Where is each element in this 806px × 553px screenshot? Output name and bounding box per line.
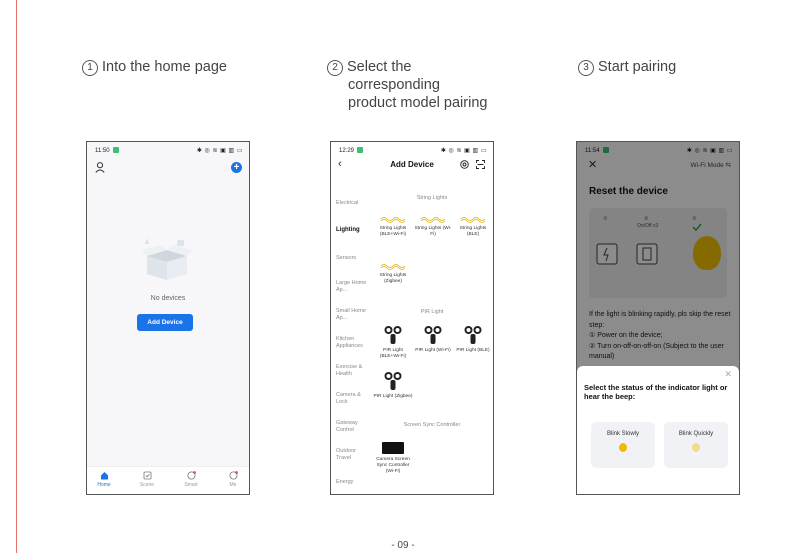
category-energy[interactable]: Energy bbox=[336, 479, 372, 486]
auto-scan-icon[interactable] bbox=[460, 160, 469, 169]
bulb-icon bbox=[619, 443, 627, 452]
add-plus-icon[interactable]: + bbox=[231, 162, 242, 173]
pir-light-icon bbox=[464, 326, 482, 344]
string-lights-icon bbox=[380, 217, 406, 223]
step-3-caption: 3 Start pairing bbox=[578, 58, 676, 76]
step-3-number: 3 bbox=[578, 60, 594, 76]
pir-light-icon bbox=[384, 372, 402, 390]
product-label: PIR Light (Wi-Fi) bbox=[415, 348, 451, 353]
page-number: - 09 - bbox=[391, 540, 415, 551]
pir-light-icon bbox=[424, 326, 442, 344]
tab-smart-label: Smart bbox=[184, 482, 198, 488]
product-label: PIR Light (BLE) bbox=[456, 348, 490, 353]
product-pir-light-wifi[interactable]: PIR Light (Wi-Fi) bbox=[413, 325, 453, 354]
empty-box-illustration bbox=[141, 238, 193, 280]
user-icon[interactable] bbox=[95, 162, 105, 173]
product-pir-light-zigbee[interactable]: PIR Light (Zigbee) bbox=[373, 371, 413, 400]
scene-icon bbox=[143, 471, 151, 480]
product-pir-light-ble-wifi[interactable]: PIR Light (BLE+Wi-Fi) bbox=[373, 325, 413, 360]
status-time: 12:29 bbox=[339, 148, 355, 154]
phone-pairing-screen: 11:54 ✱ ◎ ≋ ▣ ▥ ▭ ✕ Wi-Fi Mode ⇆ Reset t… bbox=[576, 141, 740, 495]
product-camera-screen-sync-controller[interactable]: Camera Screen Sync Controller (Wi-Fi) bbox=[373, 442, 413, 475]
product-string-lights-ble[interactable]: String Lights (BLE) bbox=[453, 215, 493, 238]
product-label: String Lights (Wi-Fi) bbox=[414, 226, 452, 237]
step-2-text-line2: corresponding bbox=[348, 77, 440, 93]
step-1-number: 1 bbox=[82, 60, 98, 76]
app-notification-icon bbox=[357, 147, 364, 153]
step-1-text: Into the home page bbox=[102, 59, 227, 75]
step-2-text-line3: product model pairing bbox=[348, 95, 488, 111]
section-screen-sync-controller: Screen Sync Controller bbox=[403, 422, 461, 428]
product-label: Camera Screen Sync Controller (Wi-Fi) bbox=[376, 457, 410, 474]
category-electrical[interactable]: Electrical bbox=[336, 200, 372, 207]
category-lighting[interactable]: Lighting bbox=[336, 227, 372, 234]
product-label: PIR Light (BLE+Wi-Fi) bbox=[379, 348, 407, 359]
blink-slowly-label: Blink Slowly bbox=[606, 431, 639, 437]
step-2-text-line1: Select the bbox=[347, 59, 412, 75]
product-pir-light-ble[interactable]: PIR Light (BLE) bbox=[453, 325, 493, 354]
step-2-caption: 2 Select the corresponding product model … bbox=[327, 58, 487, 112]
product-label: PIR Light (Zigbee) bbox=[373, 394, 413, 399]
sheet-close-icon[interactable]: ✕ bbox=[724, 369, 732, 380]
category-small-home-appliances[interactable]: Small Home Ap... bbox=[336, 308, 372, 322]
step-2-number: 2 bbox=[327, 60, 343, 76]
category-kitchen-appliances[interactable]: Kitchen Appliances bbox=[336, 336, 372, 350]
string-lights-icon bbox=[460, 217, 486, 223]
product-label: String Lights (BLE+Wi-Fi) bbox=[379, 226, 407, 237]
product-label: String Lights (Zigbee) bbox=[379, 273, 407, 284]
phone-home-screen: 11:50 ✱ ◎ ≋ ▣ ▥ ▭ + No devices Add Devic… bbox=[86, 141, 250, 495]
tab-home-label: Home bbox=[97, 482, 111, 488]
product-string-lights-wifi[interactable]: String Lights (Wi-Fi) bbox=[413, 215, 453, 238]
home-icon bbox=[100, 472, 108, 480]
tab-smart[interactable]: Smart bbox=[176, 471, 206, 488]
product-string-lights-ble-wifi[interactable]: String Lights (BLE+Wi-Fi) bbox=[373, 215, 413, 238]
blink-quickly-option[interactable]: Blink Quickly bbox=[664, 422, 728, 468]
bottom-tab-bar: Home Scene Smart Me bbox=[87, 466, 249, 494]
screen-sync-icon bbox=[382, 442, 404, 454]
step-1-caption: 1 Into the home page bbox=[82, 58, 227, 76]
category-camera-lock[interactable]: Camera & Lock bbox=[336, 392, 372, 406]
category-large-home-appliances[interactable]: Large Home Ap... bbox=[336, 280, 372, 294]
tab-scene[interactable]: Scene bbox=[132, 471, 162, 488]
no-devices-text: No devices bbox=[150, 295, 186, 302]
string-lights-icon bbox=[420, 217, 446, 223]
indicator-status-sheet: ✕ Select the status of the indicator lig… bbox=[577, 366, 739, 494]
blink-quickly-label: Blink Quickly bbox=[678, 431, 714, 437]
string-lights-icon bbox=[380, 264, 406, 270]
tab-home[interactable]: Home bbox=[89, 471, 119, 488]
sheet-title: Select the status of the indicator light… bbox=[584, 383, 728, 401]
tab-me-label: Me bbox=[229, 482, 237, 488]
status-icons: ✱ ◎ ≋ ▣ ▥ ▭ bbox=[440, 148, 487, 154]
add-device-button[interactable]: Add Device bbox=[137, 314, 193, 331]
section-pir-light: PIR Light bbox=[420, 309, 444, 315]
category-exercise-health[interactable]: Exercise & Health bbox=[336, 364, 372, 378]
category-sensors[interactable]: Sensors bbox=[336, 255, 372, 262]
app-notification-icon bbox=[112, 147, 119, 153]
tab-me[interactable]: Me bbox=[218, 471, 248, 488]
page-margin-line bbox=[16, 0, 17, 553]
bulb-icon bbox=[692, 443, 700, 452]
status-bar: 12:29 ✱ ◎ ≋ ▣ ▥ ▭ bbox=[339, 147, 487, 156]
blink-slowly-option[interactable]: Blink Slowly bbox=[591, 422, 655, 468]
smart-icon bbox=[187, 471, 196, 480]
product-label: String Lights (BLE) bbox=[459, 226, 487, 237]
category-gateway-control[interactable]: Gateway Control bbox=[336, 420, 372, 434]
category-outdoor-travel[interactable]: Outdoor Travel bbox=[336, 448, 372, 462]
status-time: 11:50 bbox=[95, 148, 110, 154]
product-string-lights-zigbee[interactable]: String Lights (Zigbee) bbox=[373, 262, 413, 285]
pir-light-icon bbox=[384, 326, 402, 344]
tab-scene-label: Scene bbox=[139, 482, 155, 488]
step-3-text: Start pairing bbox=[598, 59, 677, 75]
status-icons: ✱ ◎ ≋ ▣ ▥ ▭ bbox=[196, 148, 243, 154]
me-icon bbox=[229, 471, 238, 480]
section-string-lights: String Lights bbox=[416, 195, 448, 201]
status-bar: 11:50 ✱ ◎ ≋ ▣ ▥ ▭ bbox=[95, 147, 243, 156]
phone-add-device-screen: 12:29 ✱ ◎ ≋ ▣ ▥ ▭ ‹ Add Device Electrica… bbox=[330, 141, 494, 495]
qr-scan-icon[interactable] bbox=[476, 160, 485, 169]
